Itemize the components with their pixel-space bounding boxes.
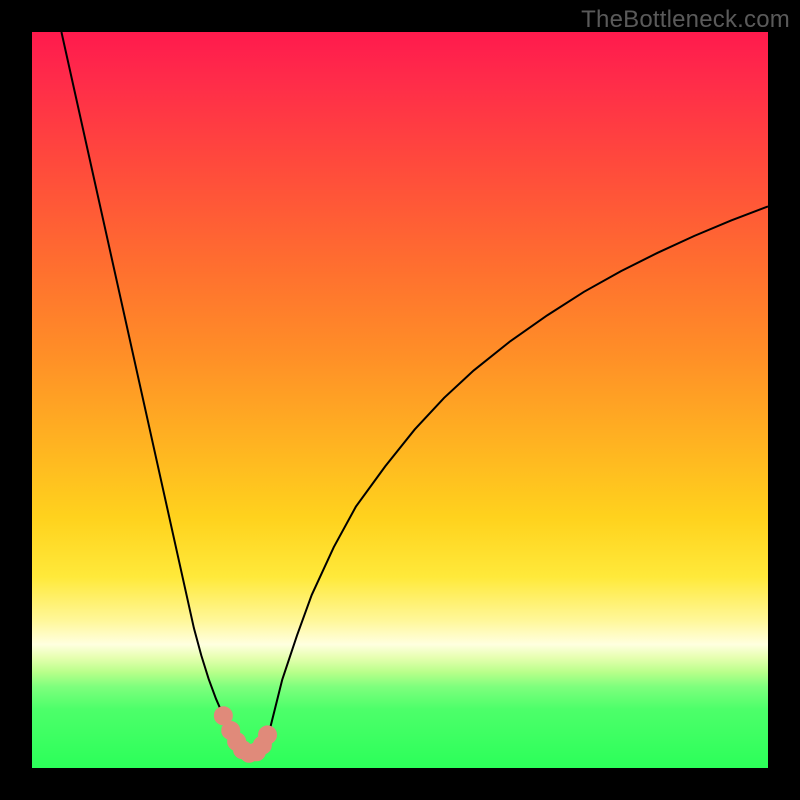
curve-right-branch — [264, 206, 768, 752]
curve-layer — [32, 32, 768, 768]
valley-marker — [259, 726, 277, 744]
valley-markers — [214, 707, 276, 763]
chart-frame: TheBottleneck.com — [0, 0, 800, 800]
attribution-watermark: TheBottleneck.com — [581, 6, 790, 34]
curve-left-branch — [61, 32, 244, 753]
plot-area — [32, 32, 768, 768]
